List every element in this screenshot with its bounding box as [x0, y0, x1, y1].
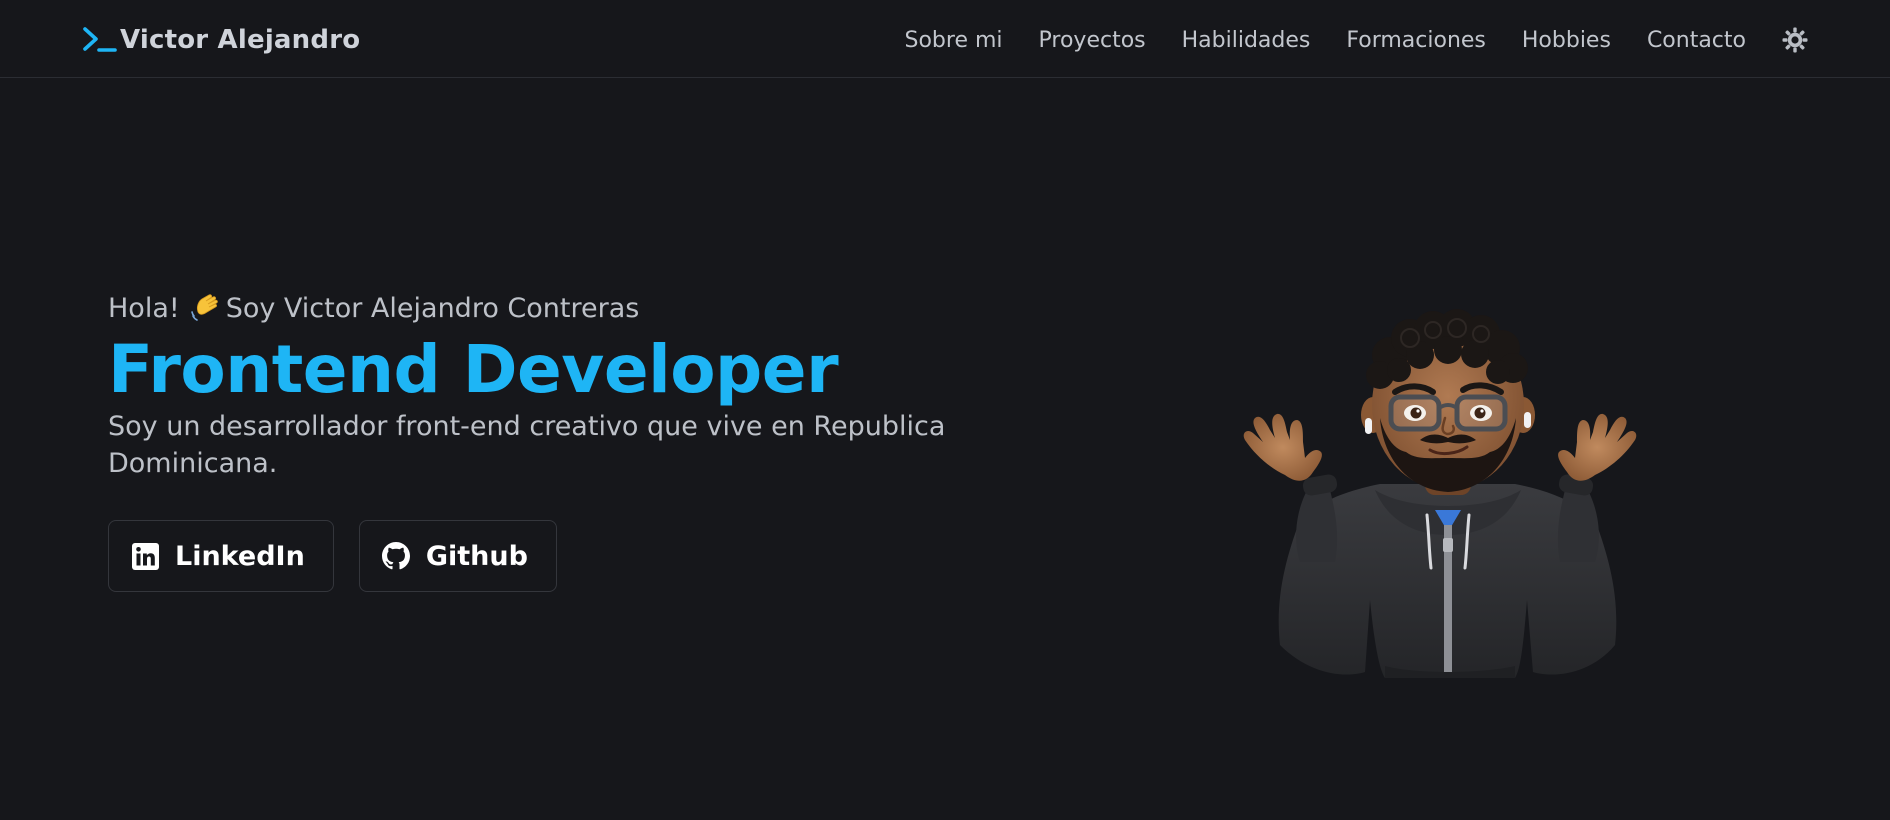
hero-role-title: Frontend Developer [108, 331, 839, 408]
main-nav: Sobre mi Proyectos Habilidades Formacion… [905, 20, 1811, 60]
nav-item-proyectos[interactable]: Proyectos [1039, 28, 1146, 53]
greeting-name: Soy Victor Alejandro Contreras [225, 292, 640, 324]
nav-item-hobbies[interactable]: Hobbies [1522, 28, 1611, 53]
site-header: Victor Alejandro Sobre mi Proyectos Habi… [0, 0, 1890, 78]
waving-hand-icon [190, 292, 222, 324]
hero-greeting: Hola! Soy Victor Alejandro Contreras [108, 288, 988, 328]
github-button-label: Github [425, 540, 528, 572]
terminal-prompt-icon [82, 26, 118, 54]
nav-item-habilidades[interactable]: Habilidades [1182, 28, 1311, 53]
linkedin-button-label: LinkedIn [175, 540, 305, 572]
memoji-avatar [1243, 309, 1637, 678]
linkedin-button[interactable]: LinkedIn [108, 520, 334, 592]
nav-item-formaciones[interactable]: Formaciones [1346, 28, 1486, 53]
brand-logo-link[interactable]: Victor Alejandro [82, 20, 360, 60]
nav-item-contacto[interactable]: Contacto [1647, 28, 1746, 53]
theme-toggle-button[interactable] [1780, 25, 1810, 55]
github-button[interactable]: Github [358, 520, 557, 592]
github-icon [381, 542, 410, 570]
greeting-prefix: Hola! [108, 292, 180, 324]
linkedin-icon [131, 542, 159, 570]
nav-item-sobre-mi[interactable]: Sobre mi [905, 28, 1003, 53]
social-buttons: LinkedIn Github [108, 520, 988, 592]
brand-name: Victor Alejandro [120, 25, 361, 55]
sun-icon [1782, 27, 1808, 53]
hero-section: Hola! Soy Victor Alejandro Contreras Fro… [108, 288, 988, 592]
hero-tagline: Soy un desarrollador front-end creativo … [108, 411, 946, 479]
